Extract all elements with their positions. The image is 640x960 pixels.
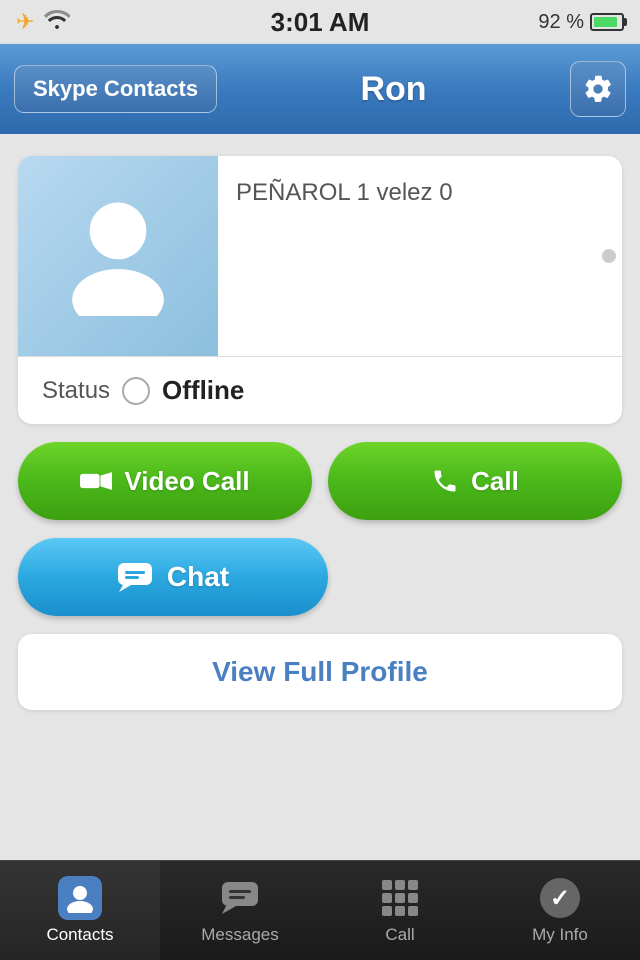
chat-label: Chat: [167, 561, 229, 593]
phone-icon: [431, 467, 459, 495]
status-left: ✈: [16, 9, 70, 35]
profile-info: PEÑAROL 1 velez 0: [218, 156, 596, 356]
status-dot: [122, 377, 150, 405]
skype-contacts-button[interactable]: Skype Contacts: [14, 65, 217, 113]
call-label: Call: [471, 466, 519, 497]
messages-tab-label: Messages: [201, 925, 278, 945]
chat-icon: [117, 562, 153, 592]
battery-percentage: 92 %: [538, 11, 584, 34]
status-value: Offline: [162, 375, 244, 406]
avatar-container: [18, 156, 218, 356]
call-button[interactable]: Call: [328, 442, 622, 520]
call-tab-label: Call: [385, 925, 414, 945]
status-right: 92 %: [538, 11, 624, 34]
nav-title: Ron: [360, 70, 426, 109]
status-time: 3:01 AM: [271, 7, 370, 38]
tab-bar: Contacts Messages Call ✓: [0, 860, 640, 960]
gear-icon: [582, 73, 614, 105]
action-buttons: Video Call Call: [18, 442, 622, 520]
tab-messages[interactable]: Messages: [160, 861, 320, 960]
status-bar: ✈ 3:01 AM 92 %: [0, 0, 640, 44]
profile-card: PEÑAROL 1 velez 0 Status Offline: [18, 156, 622, 424]
status-label: Status: [42, 377, 110, 405]
tab-my-info[interactable]: ✓ My Info: [480, 861, 640, 960]
call-tab-icon: [378, 876, 422, 920]
resize-handle: [602, 249, 616, 263]
nav-bar: Skype Contacts Ron: [0, 44, 640, 134]
main-content: PEÑAROL 1 velez 0 Status Offline Video C…: [0, 134, 640, 860]
view-full-profile-button[interactable]: View Full Profile: [18, 634, 622, 710]
profile-status: Status Offline: [18, 357, 622, 424]
video-call-label: Video Call: [124, 466, 249, 497]
video-call-button[interactable]: Video Call: [18, 442, 312, 520]
battery-icon: [590, 13, 624, 31]
my-info-tab-icon: ✓: [538, 876, 582, 920]
status-message: PEÑAROL 1 velez 0: [236, 176, 578, 210]
contacts-tab-label: Contacts: [46, 925, 113, 945]
avatar-icon: [63, 196, 173, 316]
tab-call[interactable]: Call: [320, 861, 480, 960]
chat-button[interactable]: Chat: [18, 538, 328, 616]
tab-contacts[interactable]: Contacts: [0, 861, 160, 960]
airplane-icon: ✈: [16, 9, 34, 35]
contacts-tab-icon: [58, 876, 102, 920]
messages-tab-icon: [218, 876, 262, 920]
my-info-tab-label: My Info: [532, 925, 588, 945]
camera-icon: [80, 469, 112, 493]
view-full-profile-label: View Full Profile: [212, 656, 428, 688]
wifi-icon: [44, 9, 70, 35]
profile-top: PEÑAROL 1 velez 0: [18, 156, 622, 357]
settings-button[interactable]: [570, 61, 626, 117]
check-icon: ✓: [550, 884, 570, 913]
